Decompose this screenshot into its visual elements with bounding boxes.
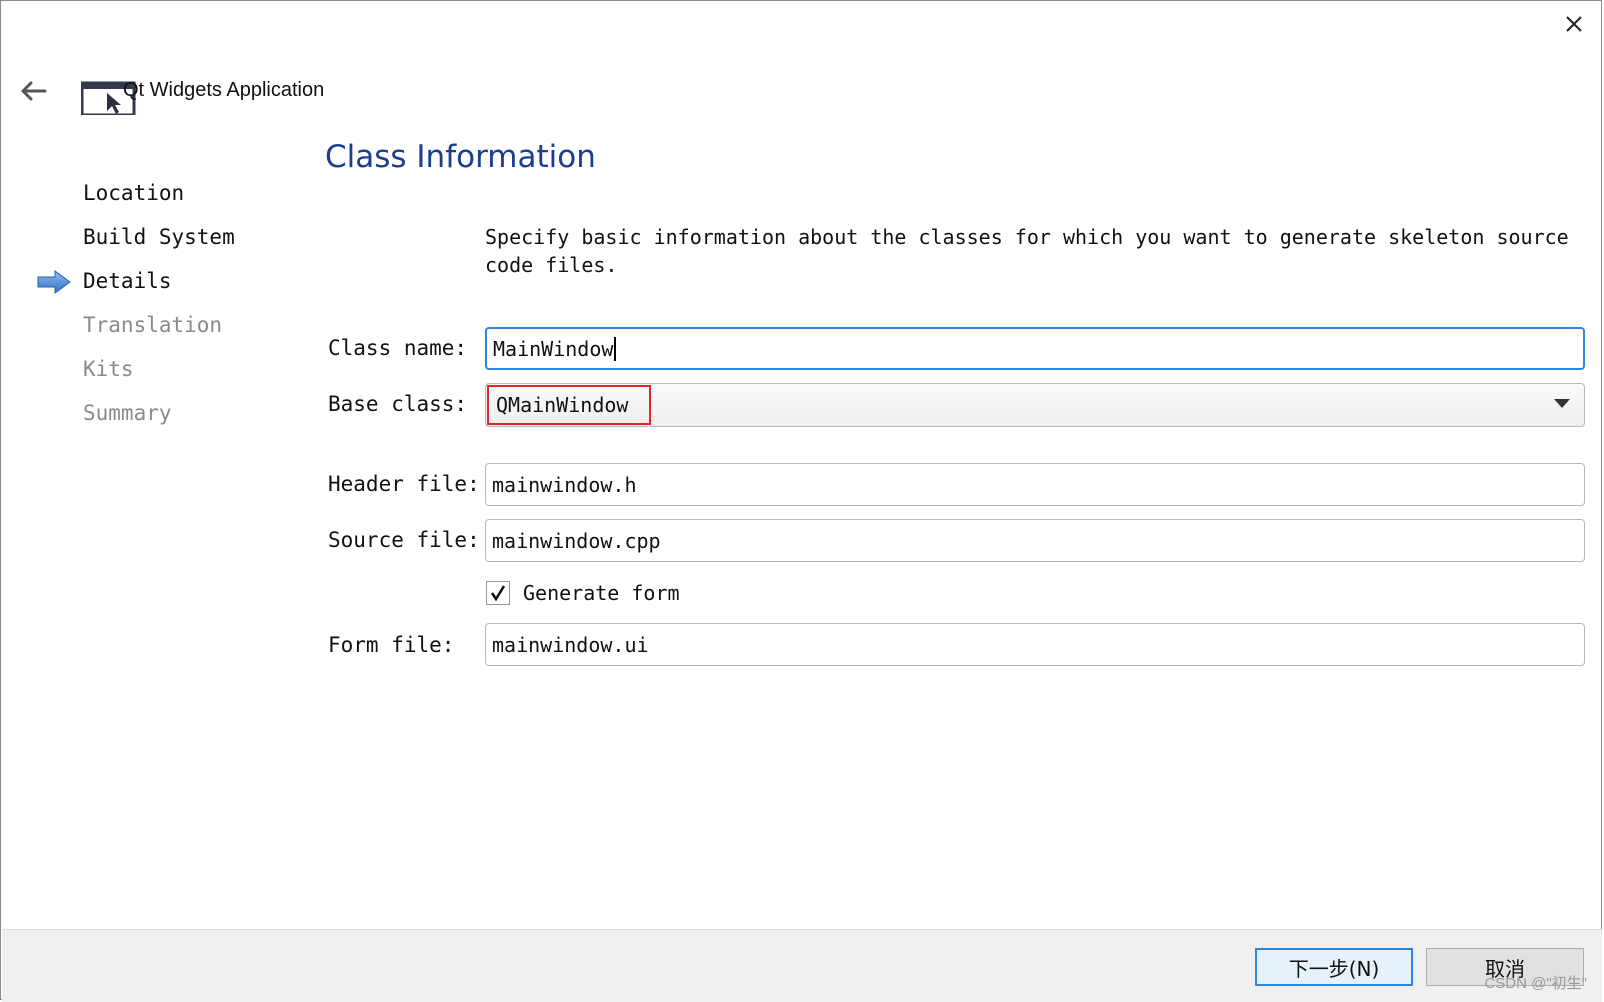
- form-file-input[interactable]: mainwindow.ui: [485, 623, 1585, 666]
- class-name-value: MainWindow: [493, 336, 614, 361]
- step-label: Translation: [83, 313, 223, 337]
- step-details: Details: [1, 259, 301, 303]
- close-icon: [1566, 16, 1582, 32]
- class-name-label: Class name:: [328, 336, 468, 360]
- next-button[interactable]: 下一步(N): [1255, 948, 1413, 986]
- wizard-steps: Location Build System Details Translatio…: [1, 171, 301, 435]
- source-file-input[interactable]: mainwindow.cpp: [485, 519, 1585, 562]
- source-file-value: mainwindow.cpp: [492, 528, 661, 553]
- step-label: Build System: [83, 225, 235, 249]
- step-build-system: Build System: [1, 215, 301, 259]
- new-project-dialog: Qt Widgets Application Location Build Sy…: [0, 0, 1602, 1002]
- source-file-label: Source file:: [328, 528, 480, 552]
- step-translation: Translation: [1, 303, 301, 347]
- generate-form-label[interactable]: Generate form: [523, 581, 680, 605]
- step-label: Kits: [83, 357, 134, 381]
- step-label: Details: [83, 269, 172, 293]
- page-title: Class Information: [325, 139, 596, 175]
- header-file-label: Header file:: [328, 472, 480, 496]
- step-summary: Summary: [1, 391, 301, 435]
- base-class-label: Base class:: [328, 392, 468, 416]
- current-step-arrow-icon: [37, 270, 71, 294]
- header-file-value: mainwindow.h: [492, 472, 637, 497]
- generate-form-checkbox[interactable]: [486, 581, 510, 605]
- step-kits: Kits: [1, 347, 301, 391]
- back-button[interactable]: [17, 75, 49, 107]
- back-arrow-icon: [21, 81, 47, 101]
- form-file-label: Form file:: [328, 633, 455, 657]
- project-type-title: Qt Widgets Application: [123, 79, 325, 101]
- step-label: Summary: [83, 401, 172, 425]
- form-file-value: mainwindow.ui: [492, 632, 649, 657]
- watermark-text: CSDN @"初生": [1484, 975, 1587, 992]
- checkmark-icon: [490, 585, 506, 602]
- header-file-input[interactable]: mainwindow.h: [485, 463, 1585, 506]
- text-cursor: [614, 336, 617, 361]
- step-label: Location: [83, 181, 185, 205]
- annotation-highlight-box: [487, 385, 651, 425]
- step-location: Location: [1, 171, 301, 215]
- button-bar: 下一步(N) 取消: [2, 929, 1602, 1002]
- close-button[interactable]: [1561, 11, 1587, 37]
- chevron-down-icon[interactable]: [1554, 399, 1570, 408]
- page-description: Specify basic information about the clas…: [485, 225, 1569, 277]
- class-name-input[interactable]: MainWindow: [485, 327, 1585, 370]
